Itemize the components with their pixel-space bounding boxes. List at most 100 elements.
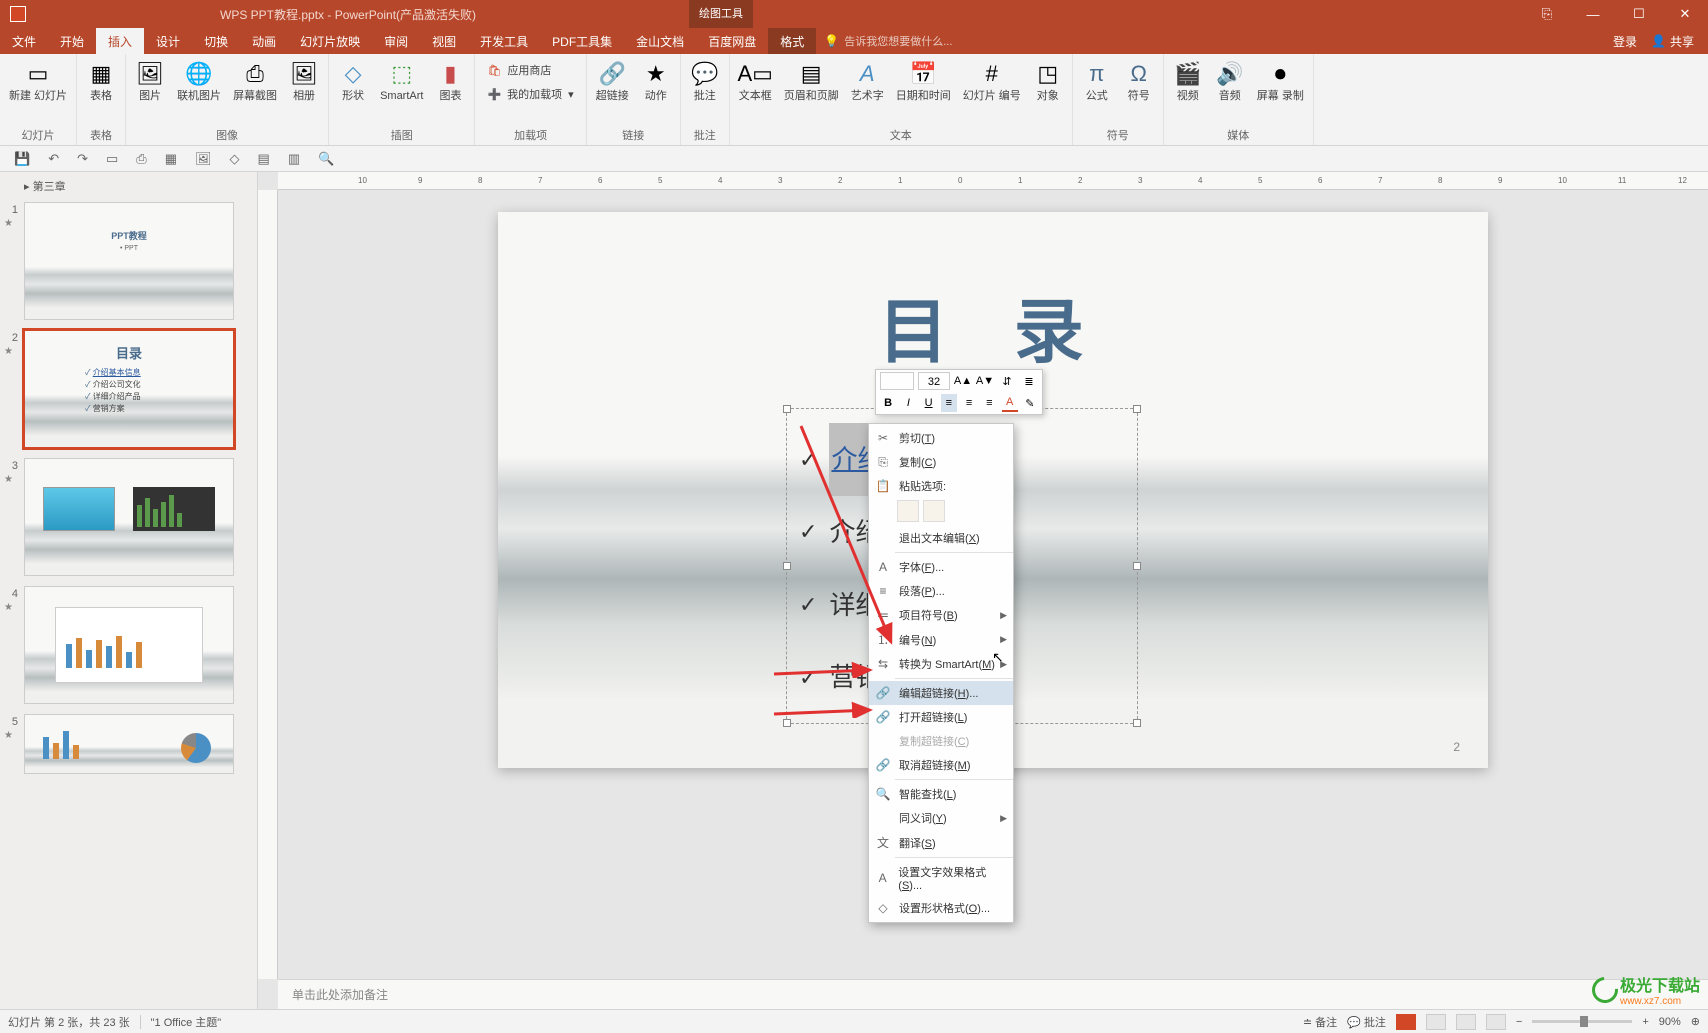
menu-item[interactable]: 🔗打开超链接(L) <box>869 705 1013 729</box>
qat-icon-10[interactable]: ▥ <box>288 151 300 167</box>
align-left-button[interactable]: ≡ <box>941 394 957 412</box>
screen-recording-button[interactable]: ⏺屏幕 录制 <box>1252 56 1309 107</box>
comment-button[interactable]: 💬批注 <box>685 56 725 107</box>
menu-item[interactable]: ≔项目符号(B)▶ <box>869 603 1013 627</box>
menu-item[interactable]: 文翻译(S) <box>869 830 1013 855</box>
online-picture-button[interactable]: 🌐联机图片 <box>172 56 226 107</box>
menu-item[interactable]: ◇设置形状格式(O)... <box>869 896 1013 920</box>
menu-item[interactable]: 退出文本编辑(X) <box>869 526 1013 550</box>
maximize-button[interactable]: ☐ <box>1616 0 1662 28</box>
tab-review[interactable]: 审阅 <box>372 28 420 54</box>
decrease-font-icon[interactable]: A▼ <box>976 372 994 390</box>
new-slide-button[interactable]: ▭新建 幻灯片 <box>4 56 72 107</box>
notes-toggle[interactable]: ≐ 备注 <box>1303 1014 1337 1030</box>
slide-title[interactable]: 目 录 <box>498 276 1488 377</box>
qat-icon-7[interactable]: 🖼 <box>195 151 212 167</box>
resize-handle[interactable] <box>1133 405 1141 413</box>
font-name-combo[interactable] <box>880 372 914 390</box>
tab-animations[interactable]: 动画 <box>240 28 288 54</box>
photo-album-button[interactable]: 🖼相册 <box>284 56 324 107</box>
tab-baidu[interactable]: 百度网盘 <box>696 28 768 54</box>
align-right-button[interactable]: ≡ <box>981 394 997 412</box>
zoom-out-button[interactable]: − <box>1516 1016 1522 1028</box>
tab-slideshow[interactable]: 幻灯片放映 <box>288 28 372 54</box>
resize-handle[interactable] <box>783 405 791 413</box>
video-button[interactable]: 🎬视频 <box>1168 56 1208 107</box>
qat-icon-6[interactable]: ▦ <box>165 151 177 167</box>
thumbnail-row-5[interactable]: 5★ <box>0 712 257 782</box>
tell-me-search[interactable]: 告诉我您想要做什么... <box>816 28 1613 54</box>
slide-number-button[interactable]: #幻灯片 编号 <box>958 56 1026 107</box>
screenshot-button[interactable]: ⎙屏幕截图 <box>228 56 282 107</box>
menu-item[interactable]: ⎘复制(C) <box>869 450 1013 474</box>
shapes-button[interactable]: ◇形状 <box>333 56 373 107</box>
horizontal-ruler[interactable]: 1098765432101234567891011121314151617181… <box>278 172 1708 190</box>
qat-redo-icon[interactable]: ↷ <box>77 151 88 167</box>
align-icon[interactable]: ≣ <box>1020 372 1038 390</box>
thumbnail-row-3[interactable]: 3★ <box>0 456 257 584</box>
tab-home[interactable]: 开始 <box>48 28 96 54</box>
resize-handle[interactable] <box>783 719 791 727</box>
tab-developer[interactable]: 开发工具 <box>468 28 540 54</box>
menu-item[interactable]: 🔍智能查找(L) <box>869 782 1013 806</box>
datetime-button[interactable]: 📅日期和时间 <box>891 56 956 107</box>
section-heading[interactable]: ▸ 第三章 <box>0 176 257 200</box>
tab-insert[interactable]: 插入 <box>96 28 144 54</box>
tab-kingsoft[interactable]: 金山文档 <box>624 28 696 54</box>
fit-to-window-button[interactable]: ⊕ <box>1691 1015 1700 1028</box>
line-spacing-icon[interactable]: ⇵ <box>998 372 1016 390</box>
thumbnail-row-1[interactable]: 1★ PPT教程 • PPT <box>0 200 257 328</box>
resize-handle[interactable] <box>1133 719 1141 727</box>
smartart-button[interactable]: ⬚SmartArt <box>375 56 428 107</box>
hyperlink-button[interactable]: 🔗超链接 <box>591 56 634 107</box>
close-button[interactable]: ✕ <box>1662 0 1708 28</box>
table-button[interactable]: ▦表格 <box>81 56 121 107</box>
slide-thumbnails-panel[interactable]: ▸ 第三章 1★ PPT教程 • PPT 2★ 目录 介绍基本信息 介绍公司文化… <box>0 172 258 1009</box>
menu-item[interactable]: ⇆转换为 SmartArt(M)▶ <box>869 652 1013 676</box>
menu-item[interactable]: 同义词(Y)▶ <box>869 806 1013 830</box>
zoom-slider[interactable] <box>1532 1020 1632 1023</box>
symbol-button[interactable]: Ω符号 <box>1119 56 1159 107</box>
qat-save-icon[interactable]: 💾 <box>14 151 30 167</box>
underline-button[interactable]: U <box>921 394 937 412</box>
menu-item[interactable]: 🔗编辑超链接(H)... <box>869 681 1013 705</box>
qat-undo-icon[interactable]: ↶ <box>48 151 59 167</box>
italic-button[interactable]: I <box>900 394 916 412</box>
qat-icon-11[interactable]: 🔍 <box>318 151 334 167</box>
notes-pane[interactable]: 单击此处添加备注 <box>278 979 1708 1009</box>
menu-item[interactable]: ⒈编号(N)▶ <box>869 627 1013 652</box>
qat-icon-5[interactable]: ⎙ <box>136 151 146 167</box>
increase-font-icon[interactable]: A▲ <box>954 372 972 390</box>
tab-pdf[interactable]: PDF工具集 <box>540 28 624 54</box>
font-size-combo[interactable]: 32 <box>918 372 950 390</box>
store-button[interactable]: 🛍应用商店 <box>483 60 555 80</box>
resize-handle[interactable] <box>1133 562 1141 570</box>
wordart-button[interactable]: A艺术字 <box>846 56 889 107</box>
slide-thumbnail-2[interactable]: 目录 介绍基本信息 介绍公司文化 详细介绍产品 营销方案 <box>24 330 234 448</box>
zoom-in-button[interactable]: + <box>1642 1016 1648 1028</box>
sorter-view-button[interactable] <box>1426 1014 1446 1030</box>
zoom-percent[interactable]: 90% <box>1659 1016 1681 1028</box>
menu-item[interactable]: 🔗取消超链接(M) <box>869 753 1013 777</box>
tab-design[interactable]: 设计 <box>144 28 192 54</box>
picture-button[interactable]: 🖼图片 <box>130 56 170 107</box>
thumbnail-row-4[interactable]: 4★ <box>0 584 257 712</box>
thumbnail-row-2[interactable]: 2★ 目录 介绍基本信息 介绍公司文化 详细介绍产品 营销方案 <box>0 328 257 456</box>
font-color-button[interactable]: A <box>1002 394 1018 412</box>
header-footer-button[interactable]: ▤页眉和页脚 <box>779 56 844 107</box>
object-button[interactable]: ◳对象 <box>1028 56 1068 107</box>
slide-thumbnail-3[interactable] <box>24 458 234 576</box>
qat-icon-4[interactable]: ▭ <box>106 151 118 167</box>
qat-icon-9[interactable]: ▤ <box>258 151 270 167</box>
menu-item[interactable]: ✂剪切(T) <box>869 426 1013 450</box>
paste-option-0[interactable] <box>897 500 919 522</box>
audio-button[interactable]: 🔊音频 <box>1210 56 1250 107</box>
menu-item[interactable]: A字体(F)... <box>869 555 1013 579</box>
tab-view[interactable]: 视图 <box>420 28 468 54</box>
vertical-ruler[interactable] <box>258 190 278 979</box>
reading-view-button[interactable] <box>1456 1014 1476 1030</box>
tab-file[interactable]: 文件 <box>0 28 48 54</box>
menu-item[interactable]: A设置文字效果格式(S)... <box>869 860 1013 896</box>
login-link[interactable]: 登录 <box>1613 33 1637 50</box>
action-button[interactable]: ★动作 <box>636 56 676 107</box>
